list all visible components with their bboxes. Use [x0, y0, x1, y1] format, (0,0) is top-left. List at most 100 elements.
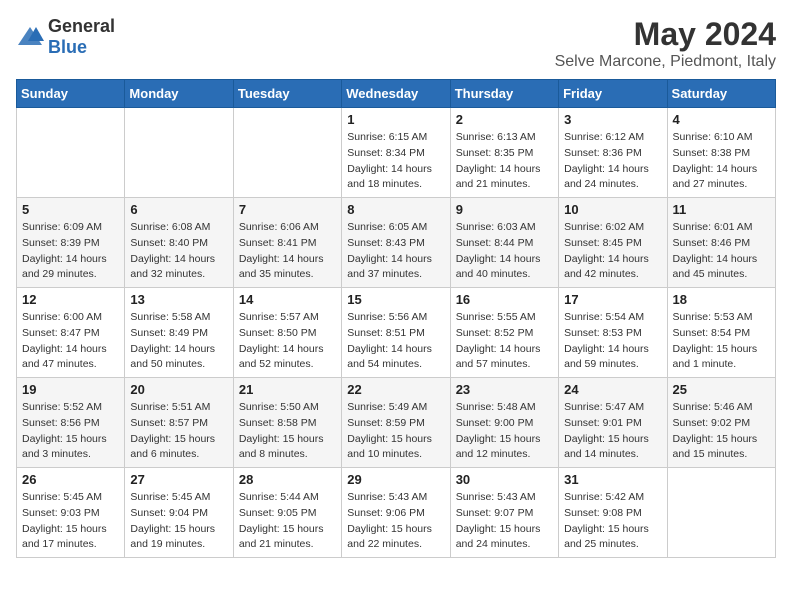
- day-number: 22: [347, 382, 444, 397]
- day-number: 29: [347, 472, 444, 487]
- day-cell: 9Sunrise: 6:03 AMSunset: 8:44 PMDaylight…: [450, 198, 558, 288]
- day-info: Sunrise: 5:56 AMSunset: 8:51 PMDaylight:…: [347, 310, 444, 373]
- day-cell: 15 Sunrise: 5:56 AMSunset: 8:51 PMDayligh…: [342, 288, 450, 378]
- logo-icon: [16, 23, 44, 51]
- day-info: Sunrise: 5:55 AMSunset: 8:52 PMDaylight:…: [456, 310, 553, 373]
- day-number: 9: [456, 202, 553, 217]
- day-info: Sunrise: 5:52 AMSunset: 8:56 PMDaylight:…: [22, 400, 119, 463]
- day-info: Sunrise: 5:58 AMSunset: 8:49 PMDaylight:…: [130, 310, 227, 373]
- logo-general: General: [48, 16, 115, 36]
- logo: General Blue: [16, 16, 115, 58]
- day-info: Sunrise: 6:15 AMSunset: 8:34 PMDaylight:…: [347, 130, 444, 193]
- day-cell: 25 Sunrise: 5:46 AMSunset: 9:02 PMDayligh…: [667, 378, 775, 468]
- day-cell: 21 Sunrise: 5:50 AMSunset: 8:58 PMDayligh…: [233, 378, 341, 468]
- day-info: Sunrise: 5:46 AMSunset: 9:02 PMDaylight:…: [673, 400, 770, 463]
- header: General Blue May 2024 Selve Marcone, Pie…: [16, 16, 776, 71]
- day-info: Sunrise: 6:13 AMSunset: 8:35 PMDaylight:…: [456, 130, 553, 193]
- day-cell: [233, 108, 341, 198]
- logo-text: General Blue: [48, 16, 115, 58]
- day-info: Sunrise: 5:57 AMSunset: 8:50 PMDaylight:…: [239, 310, 336, 373]
- week-row-5: 26Sunrise: 5:45 AMSunset: 9:03 PMDayligh…: [17, 468, 776, 558]
- day-number: 20: [130, 382, 227, 397]
- day-cell: [17, 108, 125, 198]
- week-row-2: 5 Sunrise: 6:09 AMSunset: 8:39 PMDaylight…: [17, 198, 776, 288]
- day-number: 14: [239, 292, 336, 307]
- day-info: Sunrise: 5:47 AMSunset: 9:01 PMDaylight:…: [564, 400, 661, 463]
- day-cell: 17 Sunrise: 5:54 AMSunset: 8:53 PMDayligh…: [559, 288, 667, 378]
- day-number: 6: [130, 202, 227, 217]
- day-info: Sunrise: 6:09 AMSunset: 8:39 PMDaylight:…: [22, 220, 119, 283]
- day-info: Sunrise: 5:44 AMSunset: 9:05 PMDaylight:…: [239, 490, 336, 553]
- day-cell: 12Sunrise: 6:00 AMSunset: 8:47 PMDayligh…: [17, 288, 125, 378]
- day-cell: 5 Sunrise: 6:09 AMSunset: 8:39 PMDaylight…: [17, 198, 125, 288]
- week-row-3: 12Sunrise: 6:00 AMSunset: 8:47 PMDayligh…: [17, 288, 776, 378]
- day-number: 17: [564, 292, 661, 307]
- weekday-header-thursday: Thursday: [450, 80, 558, 108]
- day-info: Sunrise: 6:02 AMSunset: 8:45 PMDaylight:…: [564, 220, 661, 283]
- day-cell: 8 Sunrise: 6:05 AMSunset: 8:43 PMDaylight…: [342, 198, 450, 288]
- day-number: 27: [130, 472, 227, 487]
- day-cell: 30Sunrise: 5:43 AMSunset: 9:07 PMDayligh…: [450, 468, 558, 558]
- weekday-header-row: SundayMondayTuesdayWednesdayThursdayFrid…: [17, 80, 776, 108]
- day-info: Sunrise: 5:43 AMSunset: 9:07 PMDaylight:…: [456, 490, 553, 553]
- day-cell: 10Sunrise: 6:02 AMSunset: 8:45 PMDayligh…: [559, 198, 667, 288]
- day-cell: 14 Sunrise: 5:57 AMSunset: 8:50 PMDayligh…: [233, 288, 341, 378]
- day-cell: 23Sunrise: 5:48 AMSunset: 9:00 PMDayligh…: [450, 378, 558, 468]
- day-info: Sunrise: 6:05 AMSunset: 8:43 PMDaylight:…: [347, 220, 444, 283]
- day-cell: [667, 468, 775, 558]
- day-number: 23: [456, 382, 553, 397]
- day-number: 31: [564, 472, 661, 487]
- day-cell: 2Sunrise: 6:13 AMSunset: 8:35 PMDaylight…: [450, 108, 558, 198]
- week-row-4: 19 Sunrise: 5:52 AMSunset: 8:56 PMDayligh…: [17, 378, 776, 468]
- day-info: Sunrise: 5:45 AMSunset: 9:03 PMDaylight:…: [22, 490, 119, 553]
- day-cell: 24Sunrise: 5:47 AMSunset: 9:01 PMDayligh…: [559, 378, 667, 468]
- day-info: Sunrise: 6:01 AMSunset: 8:46 PMDaylight:…: [673, 220, 770, 283]
- day-info: Sunrise: 6:12 AMSunset: 8:36 PMDaylight:…: [564, 130, 661, 193]
- logo-blue: Blue: [48, 37, 87, 57]
- subtitle: Selve Marcone, Piedmont, Italy: [555, 53, 776, 71]
- weekday-header-wednesday: Wednesday: [342, 80, 450, 108]
- day-info: Sunrise: 6:00 AMSunset: 8:47 PMDaylight:…: [22, 310, 119, 373]
- day-info: Sunrise: 6:08 AMSunset: 8:40 PMDaylight:…: [130, 220, 227, 283]
- day-cell: 20 Sunrise: 5:51 AMSunset: 8:57 PMDayligh…: [125, 378, 233, 468]
- day-cell: 27Sunrise: 5:45 AMSunset: 9:04 PMDayligh…: [125, 468, 233, 558]
- day-info: Sunrise: 5:51 AMSunset: 8:57 PMDaylight:…: [130, 400, 227, 463]
- day-number: 28: [239, 472, 336, 487]
- day-info: Sunrise: 5:53 AMSunset: 8:54 PMDaylight:…: [673, 310, 770, 373]
- day-cell: 22 Sunrise: 5:49 AMSunset: 8:59 PMDayligh…: [342, 378, 450, 468]
- day-info: Sunrise: 5:49 AMSunset: 8:59 PMDaylight:…: [347, 400, 444, 463]
- day-info: Sunrise: 5:50 AMSunset: 8:58 PMDaylight:…: [239, 400, 336, 463]
- day-cell: 31 Sunrise: 5:42 AMSunset: 9:08 PMDayligh…: [559, 468, 667, 558]
- day-number: 15: [347, 292, 444, 307]
- day-cell: [125, 108, 233, 198]
- day-number: 8: [347, 202, 444, 217]
- day-info: Sunrise: 6:06 AMSunset: 8:41 PMDaylight:…: [239, 220, 336, 283]
- day-number: 19: [22, 382, 119, 397]
- day-number: 1: [347, 112, 444, 127]
- day-number: 16: [456, 292, 553, 307]
- day-number: 13: [130, 292, 227, 307]
- day-cell: 29 Sunrise: 5:43 AMSunset: 9:06 PMDayligh…: [342, 468, 450, 558]
- day-number: 25: [673, 382, 770, 397]
- day-cell: 26Sunrise: 5:45 AMSunset: 9:03 PMDayligh…: [17, 468, 125, 558]
- day-info: Sunrise: 6:10 AMSunset: 8:38 PMDaylight:…: [673, 130, 770, 193]
- calendar: SundayMondayTuesdayWednesdayThursdayFrid…: [16, 79, 776, 558]
- day-number: 4: [673, 112, 770, 127]
- day-cell: 19 Sunrise: 5:52 AMSunset: 8:56 PMDayligh…: [17, 378, 125, 468]
- day-info: Sunrise: 5:54 AMSunset: 8:53 PMDaylight:…: [564, 310, 661, 373]
- day-cell: 11Sunrise: 6:01 AMSunset: 8:46 PMDayligh…: [667, 198, 775, 288]
- day-number: 3: [564, 112, 661, 127]
- weekday-header-tuesday: Tuesday: [233, 80, 341, 108]
- weekday-header-friday: Friday: [559, 80, 667, 108]
- day-info: Sunrise: 5:42 AMSunset: 9:08 PMDaylight:…: [564, 490, 661, 553]
- day-cell: 13 Sunrise: 5:58 AMSunset: 8:49 PMDayligh…: [125, 288, 233, 378]
- day-number: 5: [22, 202, 119, 217]
- day-cell: 6 Sunrise: 6:08 AMSunset: 8:40 PMDaylight…: [125, 198, 233, 288]
- day-info: Sunrise: 5:43 AMSunset: 9:06 PMDaylight:…: [347, 490, 444, 553]
- day-number: 21: [239, 382, 336, 397]
- week-row-1: 1 Sunrise: 6:15 AMSunset: 8:34 PMDaylight…: [17, 108, 776, 198]
- day-cell: 16 Sunrise: 5:55 AMSunset: 8:52 PMDayligh…: [450, 288, 558, 378]
- weekday-header-sunday: Sunday: [17, 80, 125, 108]
- weekday-header-saturday: Saturday: [667, 80, 775, 108]
- weekday-header-monday: Monday: [125, 80, 233, 108]
